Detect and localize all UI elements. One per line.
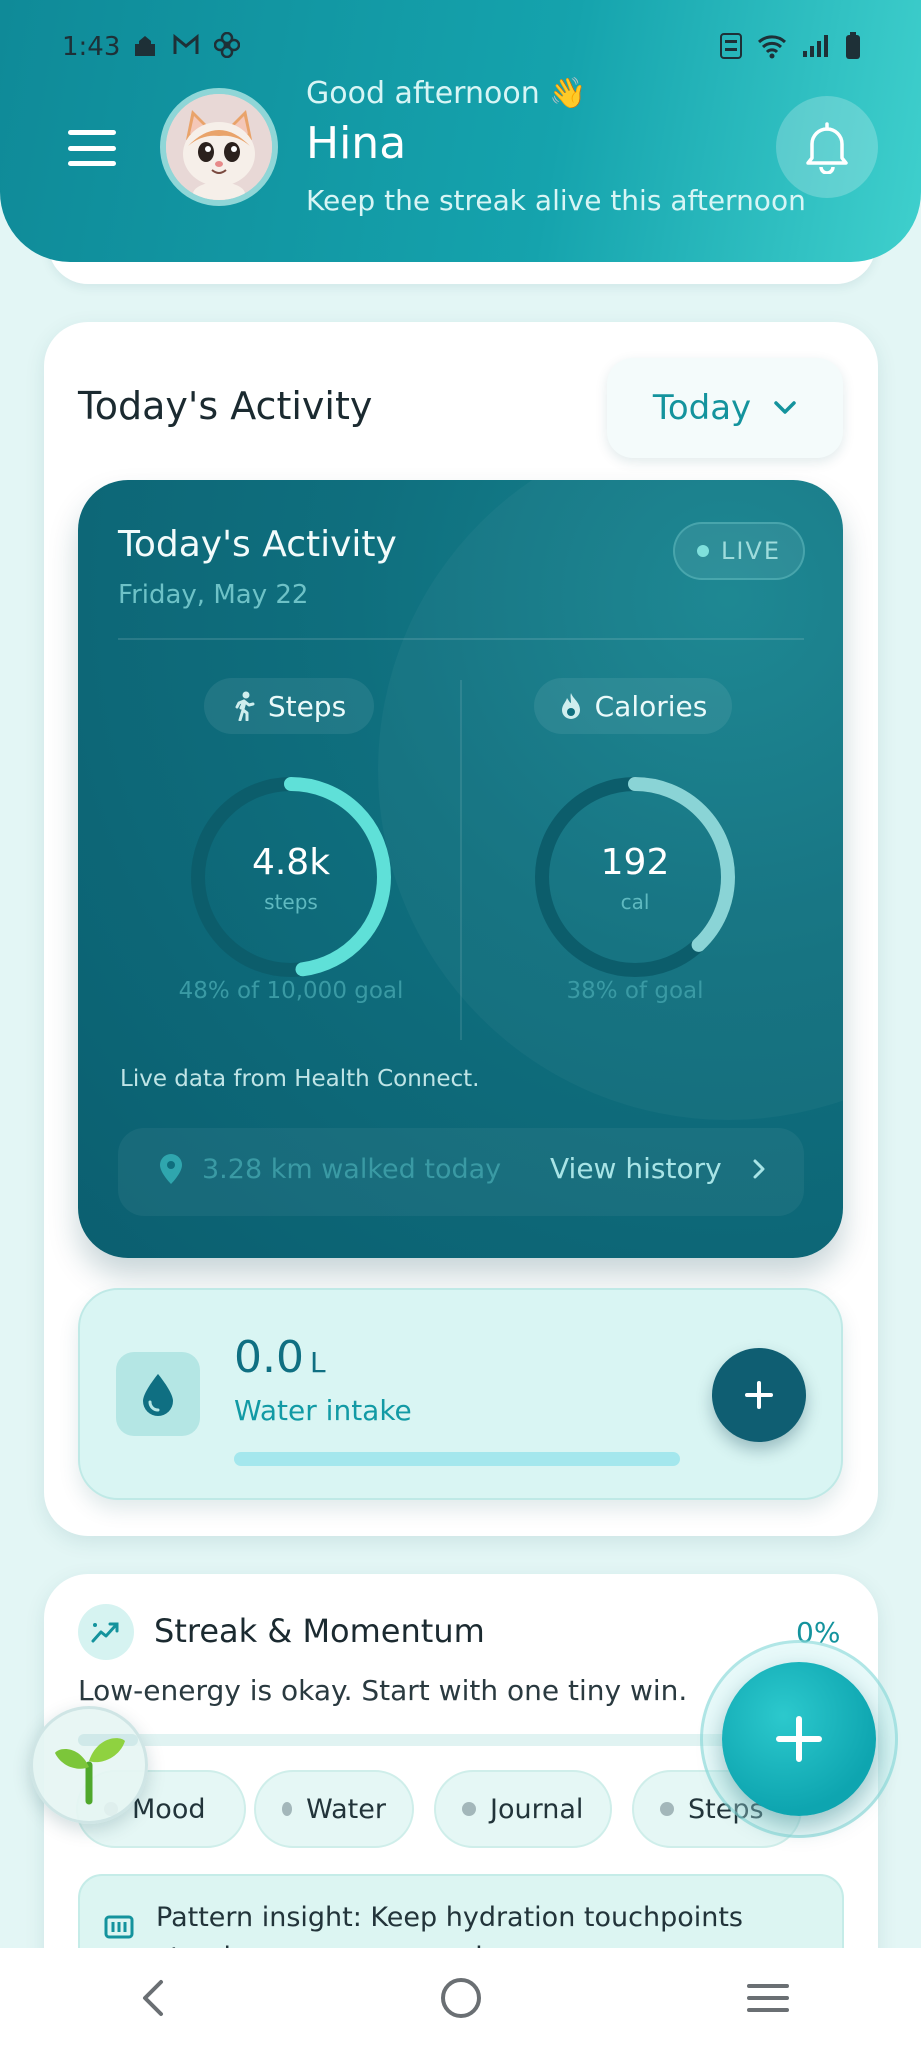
back-chevron-icon (142, 1980, 163, 2016)
add-entry-fab[interactable] (722, 1662, 876, 1816)
nav-home-button[interactable] (421, 1968, 501, 2028)
chip-water[interactable]: Water (254, 1770, 414, 1848)
mosque-icon (135, 36, 155, 56)
activity-card: Today's Activity Friday, May 22 LIVE Ste… (78, 480, 843, 1258)
avatar[interactable] (160, 88, 278, 206)
notifications-button[interactable] (776, 96, 878, 198)
calories-unit: cal (620, 890, 650, 914)
recents-menu-icon (746, 1984, 789, 2012)
data-source-note: Live data from Health Connect. (120, 1066, 480, 1092)
streak-subtitle: Low-energy is okay. Start with one tiny … (78, 1674, 688, 1707)
flame-icon (561, 693, 580, 719)
user-name: Hina (306, 118, 407, 169)
water-icon-box (116, 1352, 200, 1436)
chip-journal[interactable]: Journal (434, 1770, 612, 1848)
walking-icon (235, 691, 255, 721)
signal-icon (803, 35, 828, 57)
trend-icon (78, 1604, 134, 1660)
activity-section: Today's Activity Today Today's Activity … (44, 322, 878, 1536)
menu-button[interactable] (68, 130, 116, 166)
home-circle-icon (440, 1978, 481, 2018)
steps-unit: steps (264, 890, 318, 914)
chip-label: Water (306, 1793, 386, 1825)
section-title: Today's Activity (78, 384, 373, 428)
chevron-right-icon (753, 1159, 765, 1178)
water-amount: 0.0 (234, 1332, 304, 1383)
sprout-icon (55, 1738, 125, 1805)
status-time: 1:43 (62, 32, 121, 62)
distance-text: 3.28 km walked today (202, 1154, 502, 1185)
steps-goal-text: 48% of 10,000 goal (178, 978, 404, 1004)
calories-value: 192 (600, 842, 670, 883)
live-dot-icon (696, 545, 709, 557)
plus-icon (745, 1381, 773, 1409)
calendar-grid-icon (104, 1915, 134, 1939)
plant-companion-button[interactable] (30, 1706, 148, 1824)
water-drop-icon (143, 1374, 173, 1416)
system-nav-bar (0, 1948, 921, 2048)
gmail-icon (173, 33, 199, 54)
period-selected-label: Today (652, 388, 752, 428)
greeting-text: Good afternoon 👋 (306, 76, 587, 111)
chip-label: Journal (490, 1793, 584, 1825)
view-history-label: View history (550, 1152, 722, 1185)
fan-icon (214, 32, 240, 58)
nav-recents-button[interactable] (728, 1968, 808, 2028)
card-title: Today's Activity (118, 524, 397, 565)
distance-bar: 3.28 km walked today View history (118, 1128, 804, 1216)
status-notification-icons (132, 32, 240, 58)
live-label: LIVE (720, 537, 782, 565)
water-unit: L (309, 1346, 326, 1379)
cat-avatar-icon (166, 94, 272, 200)
wifi-icon (757, 35, 787, 59)
water-label: Water intake (234, 1394, 412, 1427)
add-water-button[interactable] (712, 1348, 806, 1442)
streak-progress-bar (78, 1734, 778, 1746)
streak-title: Streak & Momentum (154, 1612, 485, 1650)
water-intake-card[interactable]: 0.0 L Water intake (78, 1288, 843, 1500)
header-tagline: Keep the streak alive this afternoon (306, 184, 806, 217)
status-system-icons (719, 32, 861, 60)
bell-icon (806, 122, 848, 174)
app-header: 1:43 Good afternoon 👋 Hina Keep the stre… (0, 0, 921, 262)
chevron-down-icon (774, 401, 796, 414)
volte-icon (720, 33, 742, 59)
battery-icon (846, 32, 860, 59)
calories-goal-text: 38% of goal (566, 978, 704, 1004)
steps-pill: Steps (204, 678, 374, 734)
live-badge: LIVE (673, 522, 805, 580)
steps-label: Steps (267, 689, 347, 723)
water-value: 0.0 L (234, 1332, 326, 1383)
location-pin-icon (160, 1154, 182, 1184)
nav-back-button[interactable] (114, 1968, 194, 2028)
period-dropdown[interactable]: Today (607, 358, 843, 458)
calories-label: Calories (594, 689, 708, 723)
plus-icon (776, 1716, 822, 1762)
steps-value: 4.8k (251, 842, 331, 883)
view-history-link[interactable]: View history (550, 1152, 766, 1185)
menu-icon (68, 130, 116, 135)
card-date: Friday, May 22 (118, 580, 309, 610)
water-progress-bar (234, 1452, 680, 1466)
chip-label: Mood (132, 1793, 206, 1825)
calories-pill: Calories (534, 678, 732, 734)
